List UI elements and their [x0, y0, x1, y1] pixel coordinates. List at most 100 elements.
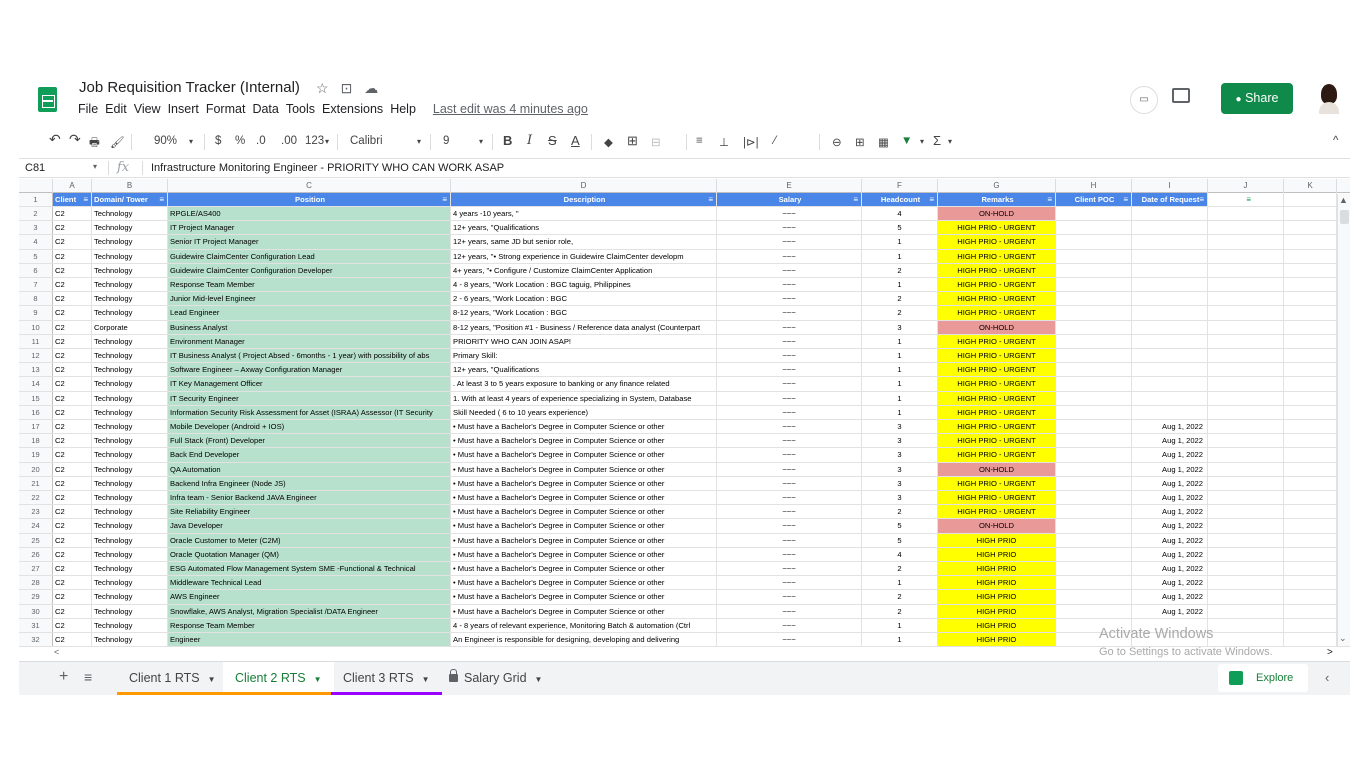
cell-description[interactable]: 8-12 years, "Position #1 - Business / Re… — [451, 320, 717, 334]
cell-poc[interactable] — [1056, 207, 1132, 221]
cell-poc[interactable] — [1056, 434, 1132, 448]
cell-salary[interactable]: ~~~ — [717, 235, 862, 249]
cell-remarks[interactable]: HIGH PRIO - URGENT — [938, 491, 1056, 505]
cell-domain[interactable]: Technology — [92, 334, 168, 348]
cell-position[interactable]: Back End Developer — [168, 448, 451, 462]
cell-domain[interactable]: Technology — [92, 576, 168, 590]
vertical-scroll-thumb[interactable] — [1340, 210, 1349, 224]
cell-salary[interactable]: ~~~ — [717, 448, 862, 462]
cell-salary[interactable]: ~~~ — [717, 547, 862, 561]
cell-salary[interactable]: ~~~ — [717, 562, 862, 576]
cell-k[interactable] — [1284, 618, 1337, 632]
cell-headcount[interactable]: 1 — [862, 576, 938, 590]
cell-poc[interactable] — [1056, 420, 1132, 434]
cell-client[interactable]: C2 — [53, 221, 92, 235]
cell-date[interactable] — [1132, 263, 1208, 277]
cell-description[interactable]: 12+ years, same JD but senior role, — [451, 235, 717, 249]
cell-remarks[interactable]: ON-HOLD — [938, 462, 1056, 476]
cell-description[interactable]: Primary Skill: — [451, 349, 717, 363]
header-domain[interactable]: Domain/ Tower ≡ — [92, 193, 168, 207]
cell-j[interactable] — [1208, 519, 1284, 533]
cell-client[interactable]: C2 — [53, 306, 92, 320]
italic-button[interactable]: I — [527, 133, 532, 148]
row-number[interactable]: 19 — [19, 448, 53, 462]
cell-j[interactable] — [1208, 405, 1284, 419]
cell-client[interactable]: C2 — [53, 278, 92, 292]
cell-description[interactable]: • Must have a Bachelor's Degree in Compu… — [451, 448, 717, 462]
cell-remarks[interactable]: HIGH PRIO - URGENT — [938, 434, 1056, 448]
menu-data[interactable]: Data — [252, 102, 283, 116]
cell-poc[interactable] — [1056, 476, 1132, 490]
bold-button[interactable]: B — [503, 133, 512, 148]
row-number[interactable]: 17 — [19, 420, 53, 434]
column-header-d[interactable]: D — [451, 179, 717, 193]
cell-k[interactable] — [1284, 377, 1337, 391]
cell-date[interactable] — [1132, 349, 1208, 363]
collapse-toolbar-icon[interactable]: ^ — [1333, 135, 1338, 147]
cell-client[interactable]: C2 — [53, 363, 92, 377]
row-number[interactable]: 20 — [19, 462, 53, 476]
row-number[interactable]: 31 — [19, 618, 53, 632]
column-header-i[interactable]: I — [1132, 179, 1208, 193]
move-icon[interactable]: ⊡ — [341, 80, 353, 97]
cell-position[interactable]: QA Automation — [168, 462, 451, 476]
cell-k[interactable] — [1284, 590, 1337, 604]
cell-date[interactable] — [1132, 235, 1208, 249]
header-date-of-request[interactable]: Date of Request ≡ — [1132, 193, 1208, 207]
cell-poc[interactable] — [1056, 562, 1132, 576]
cell-headcount[interactable]: 3 — [862, 462, 938, 476]
cell-position[interactable]: Snowflake, AWS Analyst, Migration Specia… — [168, 604, 451, 618]
row-number[interactable]: 25 — [19, 533, 53, 547]
all-sheets-button[interactable]: ≡ — [84, 669, 92, 685]
cell-salary[interactable]: ~~~ — [717, 306, 862, 320]
cell-k[interactable] — [1284, 547, 1337, 561]
menu-edit[interactable]: Edit — [105, 102, 132, 116]
filter-toggle-icon[interactable]: ≡ — [83, 193, 88, 206]
column-header-j[interactable]: J — [1208, 179, 1284, 193]
cell-client[interactable]: C2 — [53, 533, 92, 547]
cell-client[interactable]: C2 — [53, 576, 92, 590]
cell-headcount[interactable]: 1 — [862, 249, 938, 263]
cell-k[interactable] — [1284, 533, 1337, 547]
filter-toggle-icon[interactable]: ≡ — [1246, 193, 1251, 206]
row-number[interactable]: 21 — [19, 476, 53, 490]
cell-position[interactable]: Site Reliability Engineer — [168, 505, 451, 519]
cell-description[interactable]: • Must have a Bachelor's Degree in Compu… — [451, 476, 717, 490]
cell-position[interactable]: Infra team - Senior Backend JAVA Enginee… — [168, 491, 451, 505]
cell-position[interactable]: Response Team Member — [168, 618, 451, 632]
cell-domain[interactable]: Technology — [92, 207, 168, 221]
cell-remarks[interactable]: HIGH PRIO - URGENT — [938, 377, 1056, 391]
cell-domain[interactable]: Technology — [92, 448, 168, 462]
row-number[interactable]: 27 — [19, 562, 53, 576]
cell-salary[interactable]: ~~~ — [717, 462, 862, 476]
cell-k[interactable] — [1284, 263, 1337, 277]
cell-date[interactable]: Aug 1, 2022 — [1132, 533, 1208, 547]
cell-headcount[interactable]: 2 — [862, 292, 938, 306]
cell-salary[interactable]: ~~~ — [717, 278, 862, 292]
cell-position[interactable]: Oracle Quotation Manager (QM) — [168, 547, 451, 561]
cell-client[interactable]: C2 — [53, 562, 92, 576]
cell-salary[interactable]: ~~~ — [717, 349, 862, 363]
cell-date[interactable]: Aug 1, 2022 — [1132, 562, 1208, 576]
cell-description[interactable]: 4 years -10 years, " — [451, 207, 717, 221]
filter-toggle-icon[interactable]: ≡ — [1047, 193, 1052, 206]
cloud-status-icon[interactable]: ☁ — [364, 80, 378, 97]
row-number[interactable]: 22 — [19, 491, 53, 505]
cell-position[interactable]: Guidewire ClaimCenter Configuration Deve… — [168, 263, 451, 277]
cell-position[interactable]: Java Developer — [168, 519, 451, 533]
cell-remarks[interactable]: HIGH PRIO - URGENT — [938, 349, 1056, 363]
row-number[interactable]: 16 — [19, 405, 53, 419]
cell-k[interactable] — [1284, 434, 1337, 448]
cell-j[interactable] — [1208, 448, 1284, 462]
tab-dropdown-icon[interactable]: ▼ — [535, 675, 543, 684]
cell-description[interactable]: • Must have a Bachelor's Degree in Compu… — [451, 533, 717, 547]
select-all-corner[interactable] — [19, 179, 53, 193]
vertical-align-icon[interactable]: ⊥ — [719, 135, 729, 149]
cell-date[interactable] — [1132, 221, 1208, 235]
name-box[interactable]: C81 — [25, 162, 45, 174]
cell-date[interactable]: Aug 1, 2022 — [1132, 547, 1208, 561]
cell-position[interactable]: Full Stack (Front) Developer — [168, 434, 451, 448]
cell-date[interactable] — [1132, 278, 1208, 292]
cell-remarks[interactable]: HIGH PRIO - URGENT — [938, 221, 1056, 235]
cell-j[interactable] — [1208, 434, 1284, 448]
